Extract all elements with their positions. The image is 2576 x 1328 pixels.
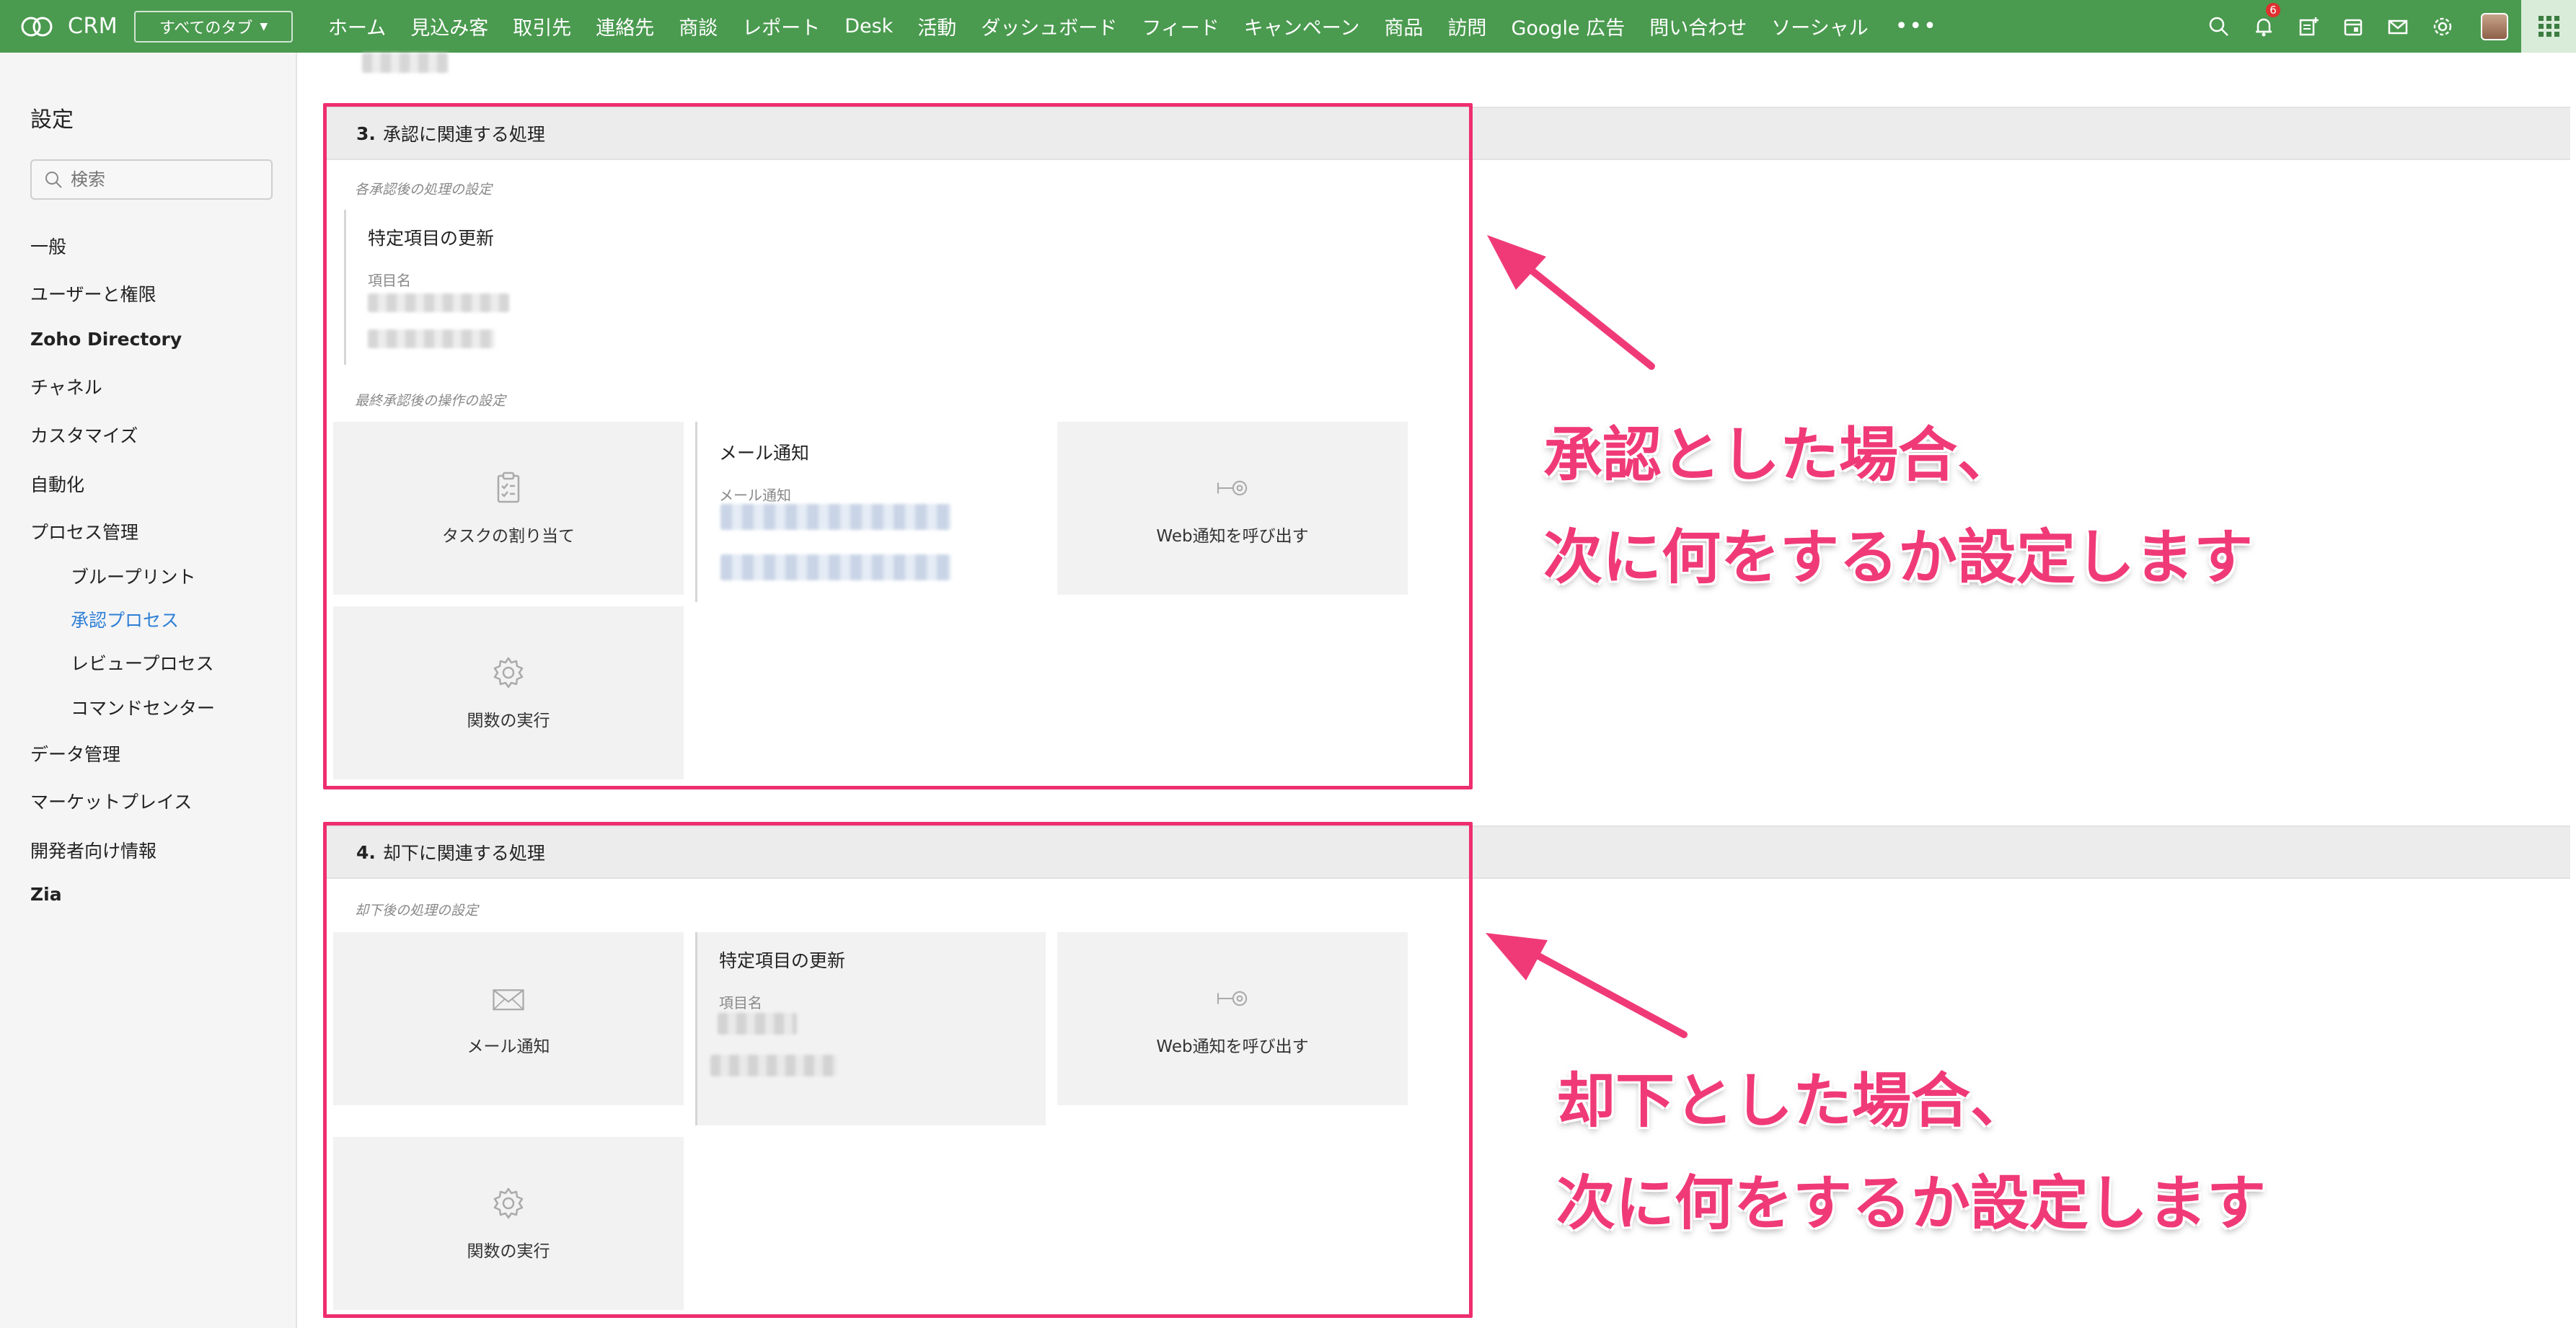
sidebar-item-automation[interactable]: 自動化: [30, 471, 84, 497]
rejection-note-line1: 却下とした場合、: [1556, 1067, 2030, 1136]
grid-icon: [2538, 16, 2559, 37]
user-avatar[interactable]: [2481, 12, 2508, 40]
search-button[interactable]: [2197, 0, 2241, 53]
rejection-note-line2: 次に何をするか設定します: [1556, 1169, 2267, 1238]
approval-note-line2: 次に何をするか設定します: [1543, 523, 2254, 592]
redacted-text: [362, 53, 449, 73]
tab-social[interactable]: ソーシャル: [1759, 12, 1880, 40]
sidebar-item-zia[interactable]: Zia: [30, 884, 62, 905]
sidebar-item-marketplace[interactable]: マーケットプレイス: [30, 788, 192, 814]
sidebar-item-developer-space[interactable]: 開発者向け情報: [30, 837, 156, 863]
tab-leads[interactable]: 見込み客: [398, 12, 500, 40]
module-tabs: ホーム 見込み客 取引先 連絡先 商談 レポート Desk 活動 ダッシュボード…: [316, 12, 1952, 40]
add-note-icon: [2299, 17, 2319, 35]
sidebar-item-process-management[interactable]: プロセス管理: [30, 518, 138, 544]
tab-home[interactable]: ホーム: [316, 12, 398, 40]
header-tools: 6: [2197, 0, 2576, 53]
crm-logo-icon: [21, 17, 53, 36]
tab-contacts[interactable]: 連絡先: [583, 12, 666, 40]
tab-dashboards[interactable]: ダッシュボード: [969, 12, 1129, 40]
sidebar-item-users-and-permissions[interactable]: ユーザーと権限: [30, 280, 156, 306]
sidebar-item-blueprint[interactable]: ブループリント: [71, 563, 196, 589]
sidebar-item-zoho-directory[interactable]: Zoho Directory: [30, 329, 182, 350]
settings-sidebar: 設定 一般 ユーザーと権限 Zoho Directory チャネル カスタマイズ…: [0, 53, 297, 1328]
apps-grid-button[interactable]: [2521, 0, 2576, 53]
tab-accounts[interactable]: 取引先: [500, 12, 583, 40]
calendar-button[interactable]: [2331, 0, 2376, 53]
search-icon: [45, 172, 62, 188]
brand-name: CRM: [68, 14, 118, 39]
tab-reports[interactable]: レポート: [730, 12, 832, 40]
notifications-button[interactable]: 6: [2241, 0, 2286, 53]
calendar-icon: [2344, 19, 2363, 35]
quick-create-button[interactable]: [2286, 0, 2331, 53]
search-input[interactable]: [71, 169, 258, 190]
top-navigation-bar: CRM すべてのタブ ▼ ホーム 見込み客 取引先 連絡先 商談 レポート De…: [0, 0, 2576, 53]
gear-icon: [2433, 17, 2452, 35]
sidebar-item-general[interactable]: 一般: [30, 233, 66, 259]
tab-activities[interactable]: 活動: [905, 12, 969, 40]
sidebar-item-data-administration[interactable]: データ管理: [30, 740, 120, 766]
mail-button[interactable]: [2376, 0, 2420, 53]
mail-icon: [2388, 19, 2408, 34]
sidebar-item-channels[interactable]: チャネル: [30, 373, 102, 399]
tab-feeds[interactable]: フィード: [1129, 12, 1231, 40]
tab-inquiries[interactable]: 問い合わせ: [1637, 12, 1759, 40]
rejection-actions-highlight: [323, 822, 1473, 1318]
sidebar-title: 設定: [30, 107, 74, 133]
bell-icon: [2256, 18, 2272, 36]
tab-google-ads[interactable]: Google 広告: [1499, 12, 1637, 40]
all-tabs-dropdown[interactable]: すべてのタブ ▼: [134, 10, 293, 43]
rejection-arrow-icon: [1486, 933, 1688, 1038]
search-icon: [2209, 17, 2228, 36]
more-tabs-button[interactable]: •••: [1881, 14, 1952, 39]
tab-deals[interactable]: 商談: [666, 12, 730, 40]
tab-desk[interactable]: Desk: [832, 15, 905, 37]
sidebar-search[interactable]: [30, 159, 273, 200]
notification-badge: 6: [2266, 3, 2280, 17]
settings-button[interactable]: [2420, 0, 2465, 53]
crm-logo[interactable]: CRM: [19, 14, 134, 39]
sidebar-item-approval-process[interactable]: 承認プロセス: [71, 606, 179, 632]
all-tabs-label: すべてのタブ: [159, 19, 253, 37]
sidebar-item-command-center[interactable]: コマンドセンター: [71, 694, 215, 720]
sidebar-item-review-process[interactable]: レビュープロセス: [71, 650, 214, 676]
approval-note-line1: 承認とした場合、: [1543, 421, 2017, 490]
tab-campaigns[interactable]: キャンペーン: [1232, 12, 1372, 40]
tab-visits[interactable]: 訪問: [1435, 12, 1499, 40]
tab-products[interactable]: 商品: [1372, 12, 1435, 40]
approval-arrow-icon: [1487, 235, 1655, 370]
chevron-down-icon: ▼: [260, 20, 268, 32]
sidebar-item-customization[interactable]: カスタマイズ: [30, 422, 138, 448]
approval-actions-highlight: [323, 103, 1473, 789]
